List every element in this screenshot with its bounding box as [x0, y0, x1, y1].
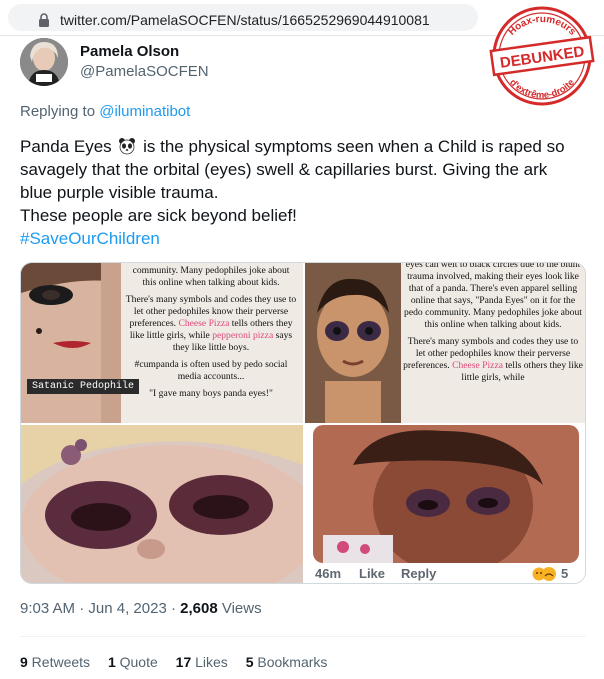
- tile-2-paragraph-2: There's many symbols and codes they use …: [403, 336, 583, 384]
- retweets-label: Retweets: [27, 654, 91, 670]
- panda-emoji-icon: [119, 138, 136, 155]
- tile-1-p2-pink-2: pepperoni pizza: [212, 330, 274, 341]
- tweet-date[interactable]: Jun 4, 2023: [88, 600, 166, 617]
- hashtag-link[interactable]: #SaveOurChildren: [20, 227, 590, 250]
- tweet-time[interactable]: 9:03 AM: [20, 600, 75, 617]
- replying-to: Replying to @iluminatibot: [20, 103, 190, 120]
- reaction-emoji-icon: [531, 566, 556, 582]
- meta-separator-2: ·: [166, 600, 181, 617]
- quotes-label: Quote: [115, 654, 158, 670]
- tile-1-text: community. Many pedophiles joke about th…: [125, 265, 297, 405]
- media-tile-2[interactable]: eyes can welt to black circles due to th…: [305, 263, 585, 423]
- media-tile-1[interactable]: community. Many pedophiles joke about th…: [21, 263, 303, 423]
- tile-2-p2-pink: Cheese Pizza: [452, 360, 503, 371]
- tweet-line-1-end: is the physical symptoms seen when a Chi…: [138, 137, 565, 156]
- comment-reply-link: Reply: [401, 566, 437, 581]
- avatar[interactable]: [20, 38, 68, 86]
- retweets-stat[interactable]: 9 Retweets: [20, 654, 90, 670]
- quotes-stat[interactable]: 1 Quote: [108, 654, 158, 670]
- media-tile-3[interactable]: [21, 425, 303, 583]
- tile-1-paragraph-2: There's many symbols and codes they use …: [125, 294, 297, 354]
- tile-1-paragraph-4: "I gave many boys panda eyes!": [149, 388, 273, 399]
- comment-like-link: Like: [359, 566, 386, 581]
- quotes-count: 1: [107, 654, 116, 670]
- retweets-count: 9: [20, 654, 28, 670]
- child-photo-image: [305, 263, 401, 423]
- bookmarks-label: Bookmarks: [253, 654, 328, 670]
- tweet-text: Panda Eyes is the physical symptoms seen…: [20, 135, 590, 250]
- tweet-line-1-start: Panda Eyes: [20, 137, 117, 156]
- meta-separator-1: ·: [75, 600, 89, 617]
- debunked-stamp: Hoax-rumeurs DEBUNKED d'extrême-droite: [489, 6, 595, 106]
- media-grid[interactable]: community. Many pedophiles joke about th…: [20, 262, 586, 584]
- author-name[interactable]: Pamela Olson: [80, 43, 179, 60]
- likes-stat[interactable]: 17 Likes: [176, 654, 228, 670]
- bookmarks-count: 5: [245, 654, 254, 670]
- reaction-count: 5: [561, 566, 569, 581]
- tile-2-text: eyes can welt to black circles due to th…: [403, 263, 583, 389]
- comment-time: 46m: [315, 566, 342, 581]
- tile-2-paragraph-1: eyes can welt to black circles due to th…: [404, 263, 582, 330]
- facebook-comment-bar: 46m Like Reply 5: [305, 563, 585, 583]
- lock-icon: [39, 13, 49, 27]
- satanic-label: Satanic Pedophile: [27, 379, 140, 394]
- girl-photo-image: [313, 425, 579, 563]
- tweet-meta: 9:03 AM · Jun 4, 2023 · 2,608 Views: [20, 600, 262, 617]
- reply-mention-link[interactable]: @iluminatibot: [99, 103, 190, 120]
- url-text: twitter.com/PamelaSOCFEN/status/16652529…: [60, 12, 430, 28]
- tile-1-p2-pink-1: Cheese Pizza: [178, 318, 230, 329]
- replying-to-label: Replying to: [20, 103, 100, 120]
- address-field[interactable]: twitter.com/PamelaSOCFEN/status/16652529…: [8, 4, 478, 31]
- tile-1-paragraph-1: community. Many pedophiles joke about th…: [132, 265, 290, 288]
- likes-count: 17: [175, 654, 192, 670]
- divider: [20, 636, 586, 637]
- avatar-image: [20, 38, 68, 86]
- tile-1-paragraph-3: #cumpanda is often used by pedo social m…: [134, 359, 288, 382]
- bookmarks-stat[interactable]: 5 Bookmarks: [246, 654, 328, 670]
- bruised-child-image: [21, 425, 303, 583]
- engagement-stats: 9 Retweets 1 Quote 17 Likes 5 Bookmarks: [20, 654, 341, 670]
- woman-face-image: [21, 263, 121, 423]
- tweet-line-4: These people are sick beyond belief!: [20, 206, 297, 225]
- author-handle[interactable]: @PamelaSOCFEN: [80, 63, 209, 80]
- tweet-line-1: Panda Eyes is the physical symptoms seen…: [20, 135, 590, 158]
- tweet-line-3: blue purple visible trauma.: [20, 183, 219, 202]
- views-label: Views: [217, 600, 262, 617]
- likes-label: Likes: [191, 654, 228, 670]
- tweet-line-2: savagely that the orbital (eyes) swell &…: [20, 160, 548, 179]
- views-count: 2,608: [180, 600, 218, 617]
- media-tile-4[interactable]: 46m Like Reply 5: [305, 425, 585, 583]
